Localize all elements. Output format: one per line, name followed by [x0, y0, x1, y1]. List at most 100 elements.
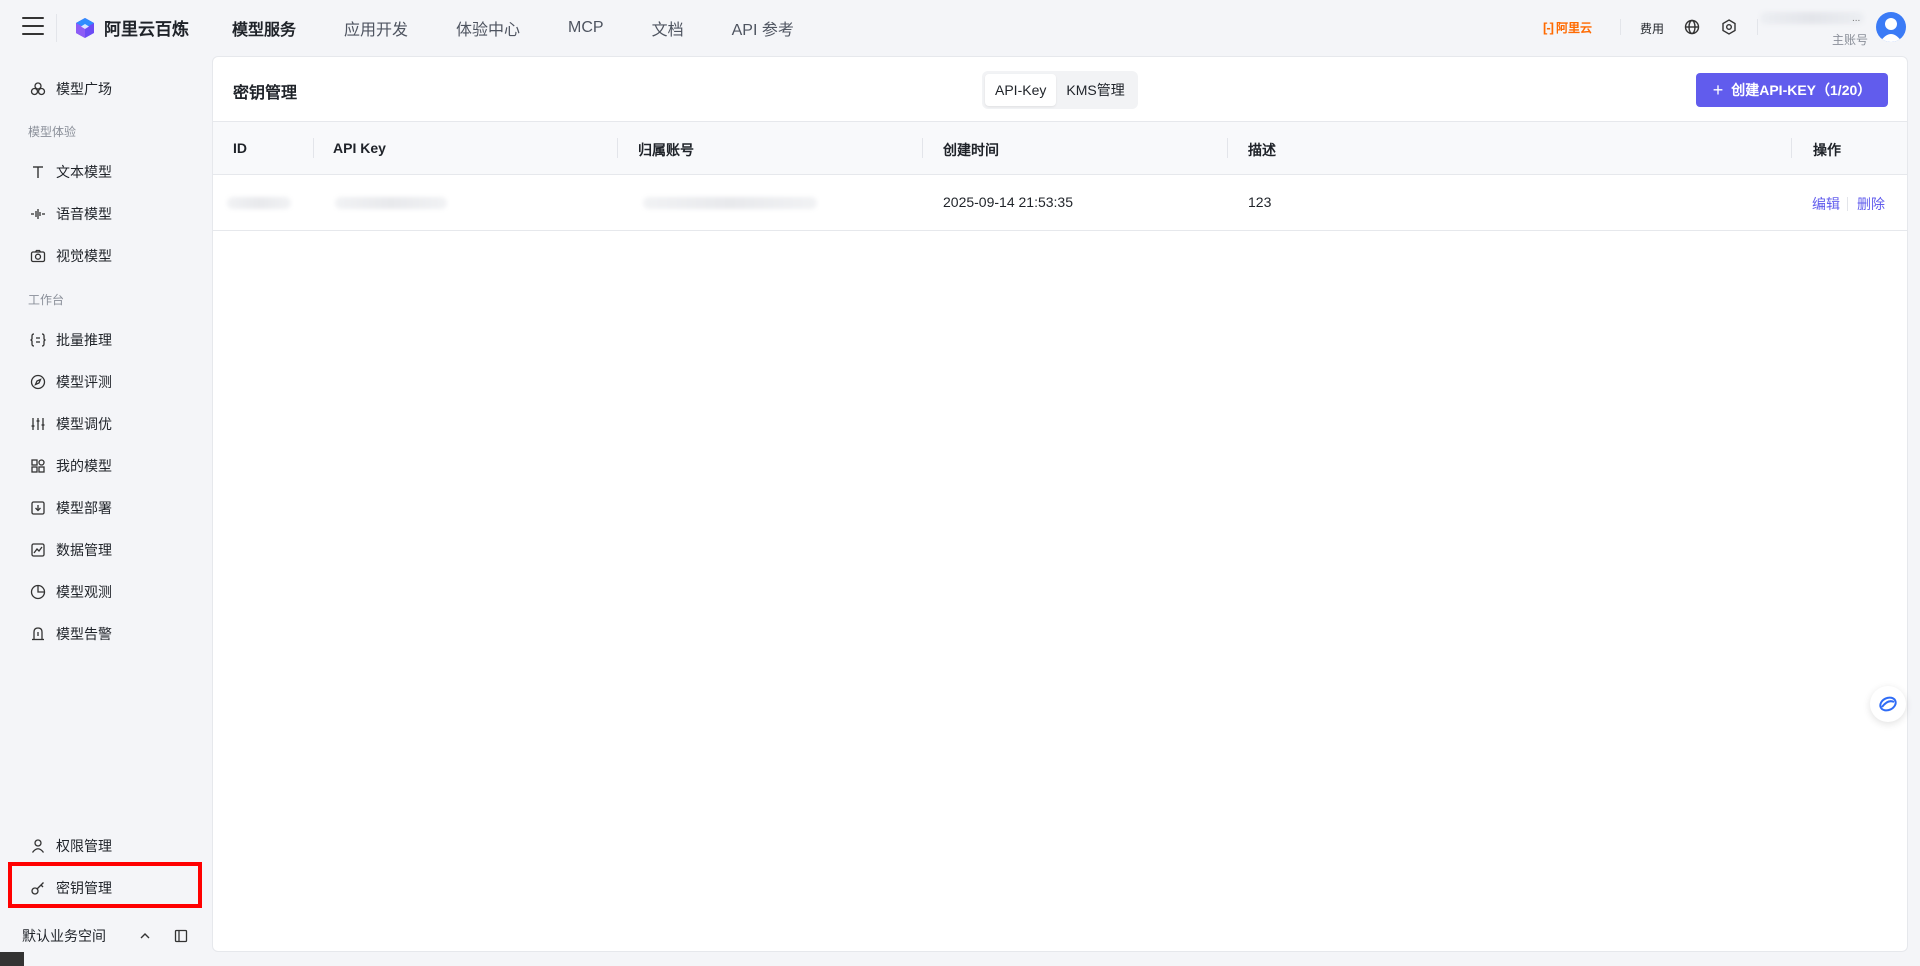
sidebar-item-label: 批量推理 — [56, 332, 112, 348]
brand-name: 阿里云百炼 — [104, 20, 189, 39]
divider — [1757, 19, 1758, 35]
alarm-icon — [32, 627, 44, 641]
table-row: 2025-09-14 21:53:35 123 编辑 删除 — [213, 175, 1907, 231]
api-key-redacted — [335, 197, 447, 209]
top-nav: 模型服务 应用开发 体验中心 MCP 文档 API 参考 — [232, 0, 842, 56]
column-separator — [1227, 138, 1228, 158]
divider — [56, 14, 57, 42]
menu-icon[interactable] — [22, 17, 44, 37]
assistant-icon — [1879, 696, 1897, 712]
topnav-model-service[interactable]: 模型服务 — [232, 16, 296, 40]
delete-link[interactable]: 删除 — [1857, 194, 1885, 214]
topnav-docs[interactable]: 文档 — [652, 16, 684, 40]
column-header-api-key: API Key — [333, 140, 386, 156]
created-time: 2025-09-14 21:53:35 — [943, 194, 1073, 210]
sidebar-group-label: 工作台 — [28, 293, 65, 307]
sidebar-item-label: 数据管理 — [56, 542, 112, 558]
sidebar-item-model-eval[interactable]: 模型评测 — [20, 364, 200, 400]
topnav-api-ref[interactable]: API 参考 — [732, 16, 794, 40]
column-header-account: 归属账号 — [638, 142, 694, 158]
deploy-icon — [31, 501, 45, 515]
sidebar-item-model-alert[interactable]: 模型告警 — [20, 616, 200, 652]
sidebar-item-my-models[interactable]: 我的模型 — [20, 448, 200, 484]
create-api-key-button[interactable]: + 创建API-KEY（1/20） — [1696, 73, 1888, 107]
sidebar-item-model-market[interactable]: 模型广场 — [20, 71, 200, 107]
tab-kms[interactable]: KMS管理 — [1056, 74, 1134, 106]
assistant-float-button[interactable] — [1870, 686, 1906, 722]
edit-link[interactable]: 编辑 — [1812, 194, 1840, 214]
brand[interactable]: 阿里云百炼 — [74, 15, 189, 40]
sliders-icon — [31, 418, 45, 430]
page-title: 密钥管理 — [233, 85, 298, 102]
text-icon — [33, 166, 43, 178]
column-separator — [922, 138, 923, 158]
brackets-icon — [30, 333, 46, 347]
sidebar-item-label: 模型部署 — [56, 500, 112, 516]
sidebar-item-label: 模型告警 — [56, 626, 112, 642]
create-button-label: 创建API-KEY（1/20） — [1731, 82, 1872, 98]
aliyun-link[interactable]: [-] 阿里云 — [1543, 19, 1592, 36]
sidebar-item-label: 视觉模型 — [56, 248, 112, 264]
column-separator — [617, 138, 618, 158]
plus-icon: + — [1712, 80, 1724, 100]
tab-api-key[interactable]: API-Key — [985, 74, 1057, 106]
id-redacted — [227, 197, 291, 209]
collapse-sidebar-icon[interactable] — [174, 929, 188, 943]
sidebar-item-label: 我的模型 — [56, 458, 112, 474]
window-corner — [0, 952, 24, 966]
waveform-icon — [31, 209, 45, 219]
brand-logo-icon — [76, 17, 94, 38]
highlight-box — [8, 862, 202, 908]
account-role: 主账号 — [1832, 33, 1869, 47]
grid-icon — [31, 459, 45, 473]
sidebar-item-data-manage[interactable]: 数据管理 — [20, 532, 200, 568]
divider — [1847, 197, 1848, 211]
workspace-actions — [138, 929, 188, 943]
column-header-desc: 描述 — [1248, 142, 1276, 158]
chart-icon — [31, 543, 45, 557]
model-market-icon — [30, 82, 46, 96]
column-separator — [1791, 138, 1792, 158]
sidebar-item-text-model[interactable]: 文本模型 — [20, 154, 200, 190]
gear-icon[interactable] — [1720, 18, 1738, 36]
user-avatar-icon — [1880, 18, 1902, 42]
aliyun-logo-icon: [-] — [1543, 20, 1554, 35]
sidebar-item-model-deploy[interactable]: 模型部署 — [20, 490, 200, 526]
sidebar-item-label: 模型广场 — [56, 81, 112, 97]
compass-icon — [30, 374, 46, 390]
fee-link[interactable]: 费用 — [1640, 20, 1664, 37]
account-redacted — [643, 197, 817, 209]
sidebar-item-voice-model[interactable]: 语音模型 — [20, 196, 200, 232]
sidebar-item-vision-model[interactable]: 视觉模型 — [20, 238, 200, 274]
sidebar-item-model-tune[interactable]: 模型调优 — [20, 406, 200, 442]
tab-group: API-Key KMS管理 — [982, 71, 1138, 109]
topnav-mcp[interactable]: MCP — [568, 19, 604, 37]
workspace-name: 默认业务空间 — [22, 928, 106, 944]
globe-icon[interactable] — [1683, 18, 1701, 36]
sidebar-item-permission[interactable]: 权限管理 — [20, 828, 200, 864]
topnav-experience[interactable]: 体验中心 — [456, 16, 520, 40]
pie-chart-icon — [30, 584, 46, 600]
account-name-redacted — [1760, 12, 1864, 24]
main-panel: 密钥管理 API-Key KMS管理 + 创建API-KEY（1/20） ID … — [212, 56, 1908, 952]
avatar[interactable] — [1876, 12, 1906, 42]
sidebar-item-label: 模型观测 — [56, 584, 112, 600]
divider — [1620, 19, 1621, 35]
sidebar-item-model-observe[interactable]: 模型观测 — [20, 574, 200, 610]
sidebar-item-batch-inference[interactable]: 批量推理 — [20, 322, 200, 358]
sidebar-group-label: 模型体验 — [28, 125, 77, 139]
account-dots: ... — [1852, 13, 1861, 24]
workspace-selector[interactable]: 默认业务空间 — [22, 926, 106, 946]
sidebar-item-label: 权限管理 — [56, 838, 112, 854]
column-separator — [313, 138, 314, 158]
topnav-app-dev[interactable]: 应用开发 — [344, 16, 408, 40]
column-header-actions: 操作 — [1813, 142, 1841, 158]
table-header: ID API Key 归属账号 创建时间 描述 操作 — [213, 121, 1907, 175]
column-header-id: ID — [233, 140, 247, 156]
chevron-up-icon[interactable] — [138, 929, 152, 943]
user-icon — [31, 839, 45, 853]
top-bar: 阿里云百炼 模型服务 应用开发 体验中心 MCP 文档 API 参考 [-] 阿… — [0, 0, 1920, 56]
sidebar-item-label: 模型评测 — [56, 374, 112, 390]
sidebar: 模型广场 模型体验 文本模型 语音模型 视觉模型 工作台 批量推理 模型评测 模… — [6, 56, 208, 964]
aliyun-label: 阿里云 — [1556, 21, 1593, 35]
